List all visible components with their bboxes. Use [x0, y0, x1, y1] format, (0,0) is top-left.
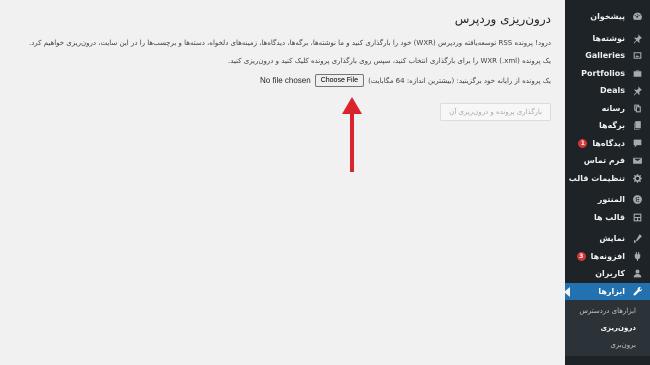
submenu-item-import[interactable]: درون‌ریزی [565, 320, 650, 337]
sidebar-item-templates[interactable]: قالب ها [565, 209, 650, 227]
admin-sidebar: پیشخوان نوشته‌ها Galleries Portfolios De [565, 0, 650, 365]
sidebar-item-portfolios[interactable]: Portfolios [565, 65, 650, 83]
admin-menu: پیشخوان نوشته‌ها Galleries Portfolios De [565, 0, 650, 300]
sidebar-item-theme-settings[interactable]: تنظیمات قالب [565, 170, 650, 188]
pages-icon [631, 119, 644, 132]
users-icon [631, 267, 644, 280]
main-content: درون‌ریزی وردپرس درود! پرونده RSS توسعه‌… [0, 0, 565, 365]
sidebar-item-label: نوشته‌ها [592, 33, 625, 43]
sidebar-item-label: نمایش [599, 234, 625, 244]
import-upload-form: یک پرونده از رایانه خود برگزینید: (بیشتر… [20, 74, 551, 121]
mail-icon [631, 154, 644, 167]
sidebar-item-tools[interactable]: ابزارها [565, 282, 650, 300]
sidebar-item-label: دیدگاه‌ها [592, 138, 625, 148]
sidebar-item-contact-form[interactable]: فرم تماس [565, 152, 650, 170]
sidebar-item-appearance[interactable]: نمایش [565, 230, 650, 248]
sidebar-item-label: فرم تماس [583, 156, 625, 166]
sidebar-item-label: Portfolios [581, 68, 625, 78]
sidebar-item-dashboard[interactable]: پیشخوان [565, 8, 650, 26]
sidebar-item-posts[interactable]: نوشته‌ها [565, 30, 650, 48]
intro-paragraph: درود! پرونده RSS توسعه‌یافته وردپرس (WXR… [28, 39, 551, 47]
sidebar-item-pages[interactable]: برگه‌ها [565, 117, 650, 135]
sidebar-item-comments[interactable]: دیدگاه‌ها 1 [565, 135, 650, 153]
plugins-icon [631, 250, 644, 263]
sidebar-item-elementor[interactable]: المنتور [565, 191, 650, 209]
instruction-paragraph: یک پرونده WXR (.xml) را برای بارگذاری ان… [228, 57, 551, 65]
sidebar-item-media[interactable]: رسانه [565, 100, 650, 118]
wrench-icon [631, 285, 644, 298]
sidebar-item-label: کاربران [595, 269, 625, 279]
sidebar-item-label: Deals [600, 86, 625, 96]
sidebar-item-label: قالب ها [593, 212, 625, 222]
gallery-icon [631, 49, 644, 62]
tools-submenu: ابزارهای دردسترس درون‌ریزی برون‌بری [565, 299, 650, 356]
sidebar-item-label: تنظیمات قالب [568, 173, 625, 183]
sidebar-item-label: المنتور [597, 195, 625, 205]
templates-icon [631, 211, 644, 224]
red-arrow-annotation [342, 97, 362, 172]
page-title: درون‌ریزی وردپرس [454, 12, 551, 26]
arrow-shaft [350, 112, 354, 172]
media-icon [631, 102, 644, 115]
submenu-item-export[interactable]: برون‌بری [565, 337, 650, 354]
sidebar-item-label: افزونه‌ها [590, 251, 625, 261]
no-file-chosen-text: No file chosen [260, 76, 311, 85]
sidebar-item-plugins[interactable]: افزونه‌ها 3 [565, 248, 650, 266]
gear-icon [631, 172, 644, 185]
choose-file-button[interactable]: Choose File [314, 74, 365, 87]
sidebar-item-label: برگه‌ها [598, 121, 625, 131]
submenu-item-available-tools[interactable]: ابزارهای دردسترس [565, 303, 650, 320]
upload-label: یک پرونده از رایانه خود برگزینید: (بیشتر… [368, 76, 551, 85]
appearance-icon [631, 232, 644, 245]
upload-row: یک پرونده از رایانه خود برگزینید: (بیشتر… [20, 74, 551, 87]
comments-icon [631, 137, 644, 150]
sidebar-item-users[interactable]: کاربران [565, 265, 650, 283]
dashboard-icon [631, 10, 644, 23]
sidebar-item-label: Galleries [585, 51, 625, 61]
comments-count-badge: 1 [578, 138, 588, 148]
sidebar-item-label: ابزارها [598, 286, 625, 296]
plugins-count-badge: 3 [576, 251, 586, 261]
portfolio-icon [631, 67, 644, 80]
sidebar-item-label: پیشخوان [590, 12, 625, 22]
arrow-head [342, 97, 362, 114]
pushpin-icon [631, 32, 644, 45]
sidebar-item-label: رسانه [601, 103, 625, 113]
sidebar-item-galleries[interactable]: Galleries [565, 47, 650, 65]
elementor-icon [631, 193, 644, 206]
pushpin-icon [631, 84, 644, 97]
upload-and-import-button[interactable]: بارگذاری پرونده و درون‌ریزی آن [440, 103, 551, 121]
sidebar-item-deals[interactable]: Deals [565, 82, 650, 100]
